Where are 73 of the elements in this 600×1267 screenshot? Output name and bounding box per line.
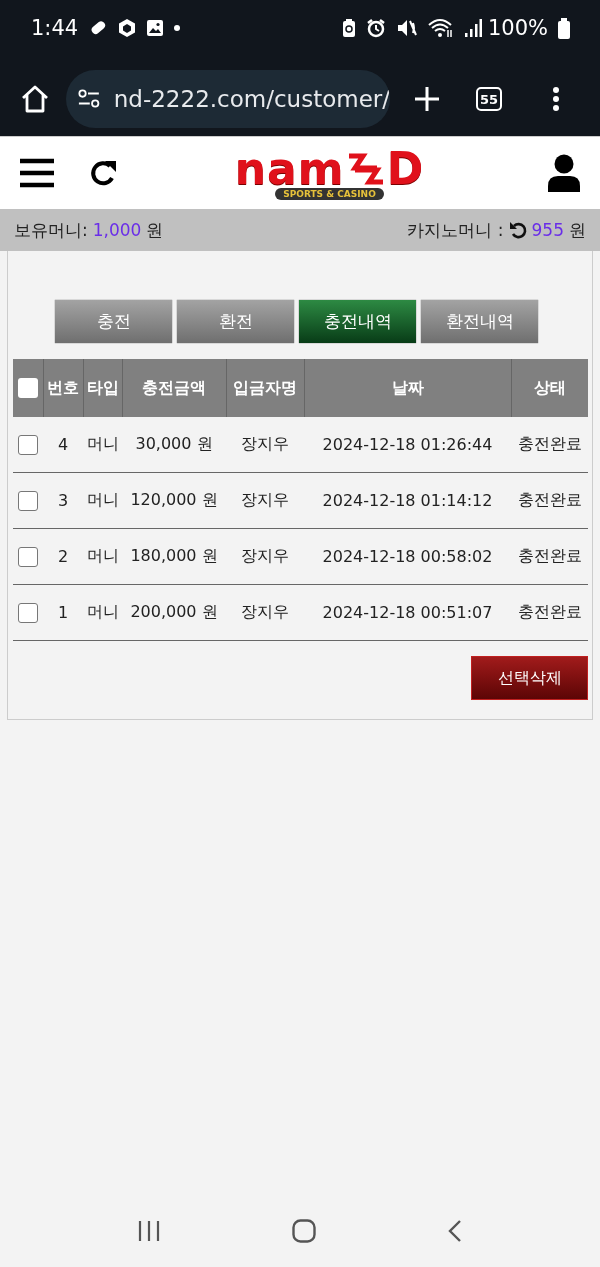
delete-selected-button[interactable]: 선택삭제 [471,656,588,700]
home-button-icon[interactable] [292,1219,316,1243]
battery-icon [558,17,570,39]
mute-icon [395,18,418,38]
table-cell: 머니 [83,584,122,641]
table-cell: 2024-12-18 01:14:12 [304,472,511,529]
more-icon[interactable] [552,86,560,112]
clock-time: 1:44 [31,16,79,40]
battery-saver-icon [341,18,356,38]
alarm-icon [365,18,386,38]
refresh-icon[interactable] [508,221,527,239]
table-cell: 2 [43,528,83,585]
column-header: 번호 [43,359,83,417]
address-bar[interactable]: nd-2222.com/customer/ [66,70,390,128]
row-checkbox[interactable] [18,490,38,511]
logo-tagline: SPORTS & CASINO [275,187,384,200]
tab-count[interactable]: 55 [476,87,502,111]
table-cell: 4 [43,417,83,473]
table-cell: 장지우 [226,528,304,585]
recent-apps-icon[interactable] [138,1220,160,1242]
column-header: 입금자명 [226,359,304,417]
tab[interactable]: 충전내역 [299,300,416,343]
table-cell: 1 [43,584,83,641]
logo-text: D [386,146,425,191]
table-cell: 2024-12-18 01:26:44 [304,417,511,473]
table-cell: 충전완료 [511,528,588,585]
site-settings-icon[interactable] [78,88,100,110]
balance-label: 보유머니: [14,218,88,242]
table-cell: 2024-12-18 00:58:02 [304,528,511,585]
table-cell: 충전완료 [511,472,588,529]
table-cell: 3 [43,472,83,529]
image-icon [146,19,165,37]
table-cell: 장지우 [226,417,304,473]
column-header: 타입 [83,359,122,417]
casino-balance-label: 카지노머니 : [407,218,504,242]
home-icon[interactable] [20,85,50,113]
signal-icon [463,18,482,38]
menu-icon[interactable] [20,158,54,188]
user-icon[interactable] [547,154,581,192]
cube-icon [118,18,137,38]
select-all-checkbox[interactable] [17,378,38,399]
new-tab-icon[interactable] [414,86,440,112]
table-cell: 장지우 [226,584,304,641]
casino-balance-amount: 955 [531,220,564,240]
row-checkbox[interactable] [18,546,38,567]
row-checkbox[interactable] [18,602,38,623]
zigzag-icon [346,151,385,186]
table-cell: 머니 [83,472,122,529]
table-cell: 30,000 원 [122,417,226,473]
refresh-icon[interactable] [88,159,118,187]
column-header: 날짜 [304,359,511,417]
table-cell: 200,000 원 [122,584,226,641]
tab[interactable]: 환전 [177,300,294,343]
currency-unit: 원 [569,218,586,242]
column-header: 충전금액 [122,359,226,417]
table-cell: 120,000 원 [122,472,226,529]
wifi-icon [427,18,454,38]
table-cell: 2024-12-18 00:51:07 [304,584,511,641]
table-cell: 머니 [83,417,122,473]
url-text: nd-2222.com/customer/ [113,86,390,112]
balance-amount: 1,000 [92,220,142,240]
currency-unit: 원 [146,218,164,242]
row-checkbox[interactable] [18,434,38,455]
table-cell: 충전완료 [511,584,588,641]
back-icon[interactable] [448,1219,462,1243]
table-cell: 충전완료 [511,417,588,473]
dot-icon [174,25,181,31]
table-cell: 머니 [83,528,122,585]
table-cell: 장지우 [226,472,304,529]
tab[interactable]: 환전내역 [421,300,538,343]
table-cell: 180,000 원 [122,528,226,585]
column-header: 상태 [511,359,588,417]
battery-percent: 100% [487,16,548,40]
